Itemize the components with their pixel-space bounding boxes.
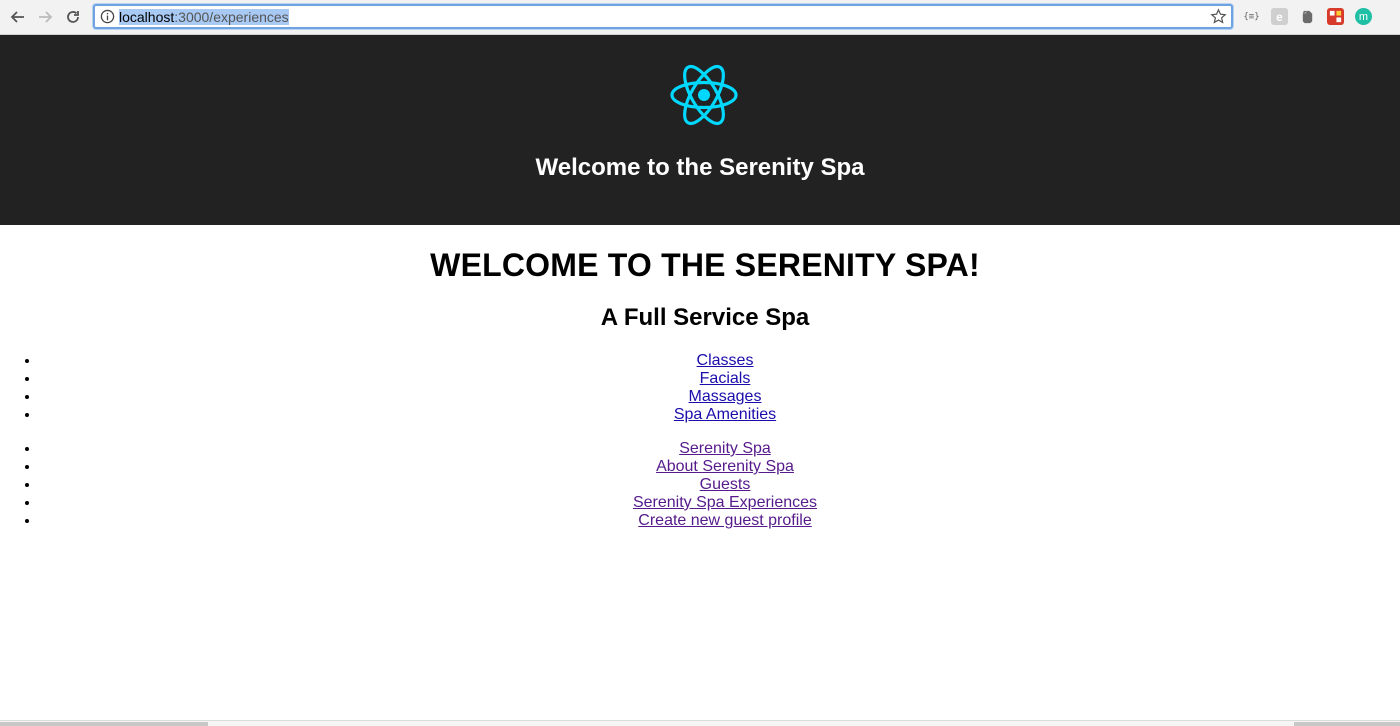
react-logo-icon [670,64,738,126]
info-icon[interactable] [100,9,115,24]
massages-link[interactable]: Massages [689,388,762,405]
url-host: localhost [119,9,175,25]
create-guest-profile-link[interactable]: Create new guest profile [638,512,811,529]
list-item: Massages [40,388,1400,406]
profile-letter: m [1358,10,1369,23]
page-subheading: A Full Service Spa [600,304,810,331]
facials-link[interactable]: Facials [700,370,751,387]
reload-icon [67,11,79,23]
horizontal-scrollbar[interactable] [0,720,1400,726]
list-item: Create new guest profile [40,512,1400,530]
list-item: Classes [40,352,1400,370]
puzzle-icon [1329,10,1342,23]
address-bar[interactable]: localhost:3000/experiences [93,4,1233,29]
experiences-link[interactable]: Serenity Spa Experiences [633,494,817,511]
about-link[interactable]: About Serenity Spa [656,458,794,475]
list-item: Facials [40,370,1400,388]
app-title: Welcome to the Serenity Spa [535,154,865,181]
forward-arrow-icon [39,11,53,23]
list-item: Serenity Spa [40,440,1400,458]
profile-m-icon[interactable]: m [1355,8,1372,25]
list-item: Guests [40,476,1400,494]
url-path: :3000/experiences [174,9,289,25]
services-list: Classes Facials Massages Spa Amenities [0,352,1400,424]
browser-toolbar: localhost:3000/experiences {≡} e m [0,0,1400,35]
scrollbar-thumb-right[interactable] [1294,722,1400,726]
url-text[interactable]: localhost:3000/experiences [119,8,289,26]
e-ext-label: e [1276,9,1283,24]
list-item: Spa Amenities [40,406,1400,424]
list-item: Serenity Spa Experiences [40,494,1400,512]
e-extension-icon[interactable]: e [1271,8,1288,25]
classes-link[interactable]: Classes [697,352,754,369]
spa-amenities-link[interactable]: Spa Amenities [674,406,776,423]
json-viewer-icon[interactable]: {≡} [1243,8,1260,25]
elephant-icon [1302,10,1313,24]
evernote-icon[interactable] [1299,8,1316,25]
scrollbar-thumb-left[interactable] [0,722,208,726]
serenity-spa-link[interactable]: Serenity Spa [679,440,771,457]
back-button[interactable] [6,5,30,29]
back-arrow-icon [10,11,24,23]
list-item: About Serenity Spa [40,458,1400,476]
reload-button[interactable] [61,5,85,29]
site-nav-list: Serenity Spa About Serenity Spa Guests S… [0,440,1400,530]
guests-link[interactable]: Guests [700,476,751,493]
json-ext-label: {≡} [1243,11,1260,22]
bookmark-star-icon[interactable] [1210,8,1227,25]
forward-button[interactable] [33,5,57,29]
app-header: Welcome to the Serenity Spa [0,35,1400,225]
puzzle-extension-icon[interactable] [1327,8,1344,25]
page-heading: WELCOME TO THE SERENITY SPA! [430,247,980,283]
